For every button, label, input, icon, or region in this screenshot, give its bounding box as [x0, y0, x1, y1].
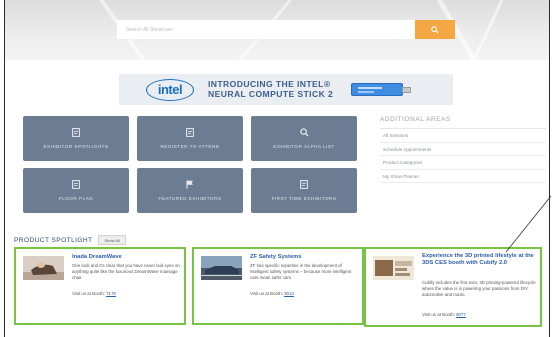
document-icon: [300, 180, 309, 189]
product-spotlight-header: PRODUCT SPOTLIGHT Show All: [14, 235, 126, 245]
product-thumbnail: [373, 256, 414, 280]
document-icon: [72, 128, 81, 137]
product-spotlight-title: PRODUCT SPOTLIGHT: [14, 236, 93, 244]
spotlight-card-title[interactable]: Experience the 3D printed lifestyle at t…: [422, 253, 537, 266]
tile-label: FIRST TIME EXHIBITORS: [271, 196, 337, 201]
spotlight-card-inada[interactable]: Inada DreamWave One look and it's clear …: [14, 247, 186, 325]
search-input[interactable]: [117, 20, 415, 39]
search-button[interactable]: [415, 20, 455, 39]
document-icon: [186, 128, 195, 137]
spotlight-card-booth: Visit us at Booth: 3013: [250, 291, 294, 296]
area-link-product-categories[interactable]: Product Categories: [380, 156, 546, 170]
show-all-button[interactable]: Show All: [98, 235, 126, 245]
spotlight-card-description: Cubify includes the first ever, 3D print…: [422, 280, 536, 297]
spotlight-card-zf[interactable]: ZF Safety Systems ZF has specific expert…: [192, 247, 364, 325]
tile-exhibitor-alpha-list[interactable]: EXHIBITOR ALPHA LIST: [251, 116, 357, 161]
area-link-my-show-planner[interactable]: My Show Planner: [380, 170, 546, 183]
intel-logo: intel: [146, 78, 194, 101]
page-frame: intel INTRODUCING THE INTEL® NEURAL COMP…: [4, 0, 550, 337]
tile-label: FLOOR PLAN: [58, 196, 94, 201]
search-icon: [431, 25, 439, 34]
booth-prefix: Visit us at Booth:: [422, 312, 455, 317]
product-thumbnail: [201, 256, 242, 280]
tile-register-to-attend[interactable]: REGISTER TO ATTEND: [137, 116, 243, 161]
tile-featured-exhibitors[interactable]: FEATURED EXHIBITORS: [137, 168, 243, 213]
tile-label: EXHIBITOR SPOTLIGHTS: [43, 144, 109, 149]
tile-first-time-exhibitors[interactable]: FIRST TIME EXHIBITORS: [251, 168, 357, 213]
banner-line-2: NEURAL COMPUTE STICK 2: [208, 88, 334, 99]
additional-areas-title: ADDITIONAL AREAS: [380, 116, 546, 129]
spotlight-card-booth: Visit us at Booth: 7178: [72, 291, 116, 296]
tile-exhibitor-spotlights[interactable]: EXHIBITOR SPOTLIGHTS: [23, 116, 129, 161]
product-thumbnail: [23, 256, 64, 280]
spotlight-card-booth: Visit us at Booth: 8077: [422, 312, 466, 317]
flag-icon: [186, 180, 195, 189]
tile-label: FEATURED EXHIBITORS: [158, 196, 222, 201]
tile-floor-plan[interactable]: FLOOR PLAN: [23, 168, 129, 213]
search-bar: [117, 20, 455, 39]
ad-banner[interactable]: intel INTRODUCING THE INTEL® NEURAL COMP…: [119, 74, 453, 105]
banner-headline: INTRODUCING THE INTEL® NEURAL COMPUTE ST…: [208, 79, 334, 99]
spotlight-card-description: ZF has specific expertise in the develop…: [250, 263, 352, 280]
booth-link[interactable]: 8077: [456, 312, 466, 317]
booth-link[interactable]: 3013: [284, 291, 294, 296]
intel-logo-text: intel: [157, 82, 183, 97]
search-icon: [299, 128, 309, 137]
spotlight-card-cubify[interactable]: Experience the 3D printed lifestyle at t…: [364, 247, 542, 327]
spotlight-card-title[interactable]: Inada DreamWave: [72, 254, 182, 261]
spotlight-card-title[interactable]: ZF Safety Systems: [250, 254, 360, 261]
booth-link[interactable]: 7178: [106, 291, 116, 296]
document-icon: [72, 180, 81, 189]
spotlight-card-description: One look and it's clear that you have ne…: [72, 263, 180, 280]
tile-label: EXHIBITOR ALPHA LIST: [273, 144, 335, 149]
additional-areas-panel: ADDITIONAL AREAS All Sessions Schedule A…: [380, 116, 546, 183]
tile-label: REGISTER TO ATTEND: [160, 144, 220, 149]
booth-prefix: Visit us at Booth:: [72, 291, 105, 296]
area-link-schedule-appointments[interactable]: Schedule Appointments: [380, 143, 546, 156]
area-link-all-sessions[interactable]: All Sessions: [380, 129, 546, 143]
booth-prefix: Visit us at Booth:: [250, 291, 283, 296]
usb-stick-image: [351, 83, 412, 96]
